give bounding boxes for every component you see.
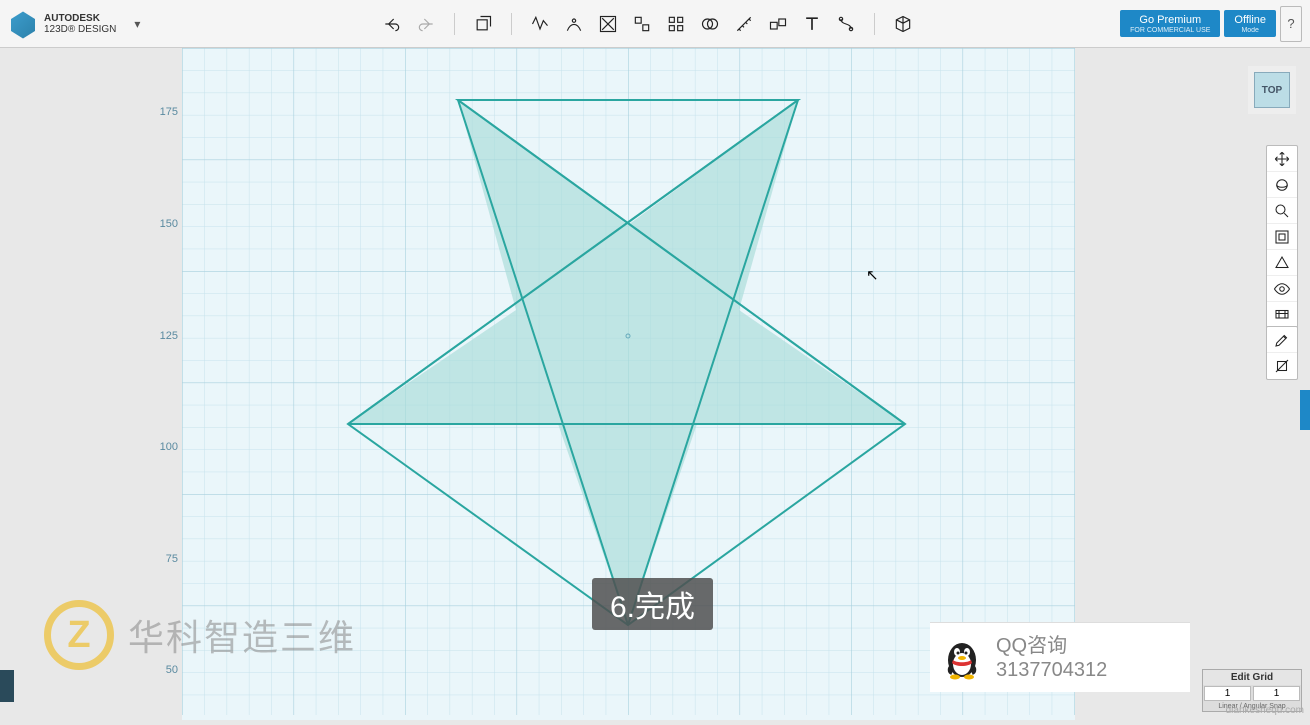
grid-value-1[interactable]: 1 [1204, 686, 1251, 701]
modify-button[interactable] [596, 12, 620, 36]
qq-contact-panel: QQ咨询 3137704312 [930, 622, 1190, 692]
toolbar-separator [874, 13, 875, 35]
qq-text: QQ咨询 3137704312 [996, 634, 1107, 682]
qq-title: QQ咨询 [996, 634, 1107, 658]
ruler-tick: 75 [148, 553, 178, 565]
navigation-tools [1266, 145, 1298, 329]
offline-mode-button[interactable]: Offline Mode [1224, 10, 1276, 38]
construct-button[interactable] [562, 12, 586, 36]
offline-sub: Mode [1234, 27, 1266, 35]
primitives-button[interactable] [471, 12, 495, 36]
tutorial-caption: 6.完成 [592, 578, 713, 630]
edit-sketch-button[interactable] [1267, 327, 1297, 353]
pattern-button[interactable] [630, 12, 654, 36]
text-button[interactable] [800, 12, 824, 36]
qq-penguin-icon [942, 636, 982, 680]
ruler-tick: 125 [148, 330, 178, 342]
snap-button[interactable] [766, 12, 790, 36]
fit-button[interactable] [1267, 224, 1297, 250]
pan-button[interactable] [1267, 146, 1297, 172]
premium-sub: FOR COMMERCIAL USE [1130, 27, 1210, 35]
help-button[interactable]: ? [1280, 6, 1302, 42]
zoom-button[interactable] [1267, 198, 1297, 224]
material-button[interactable] [891, 12, 915, 36]
grouping-button[interactable] [664, 12, 688, 36]
app-logo: AUTODESK 123D® DESIGN [8, 9, 116, 39]
main-menu-dropdown[interactable]: ▾ [134, 17, 140, 31]
logo-icon [8, 9, 38, 39]
orbit-button[interactable] [1267, 172, 1297, 198]
redo-button[interactable] [414, 12, 438, 36]
top-toolbar: AUTODESK 123D® DESIGN ▾ Go Premium FOR C… [0, 0, 1310, 48]
grid-value-2[interactable]: 1 [1253, 686, 1300, 701]
edit-grid-title: Edit Grid [1203, 670, 1301, 685]
toolbar-separator [511, 13, 512, 35]
go-premium-button[interactable]: Go Premium FOR COMMERCIAL USE [1120, 10, 1220, 38]
watermark: Z 华科智造三维 [44, 600, 356, 670]
side-panel-toggle[interactable] [1300, 390, 1310, 430]
view-cube[interactable]: TOP [1254, 72, 1290, 108]
toggle-sketch-button[interactable] [1267, 353, 1297, 379]
premium-label: Go Premium [1139, 14, 1201, 26]
qq-number: 3137704312 [996, 658, 1107, 682]
edit-tools [1266, 326, 1298, 380]
ruler-tick: 150 [148, 218, 178, 230]
url-watermark: diankeshequ.com [1226, 705, 1304, 716]
sketch-button[interactable] [528, 12, 552, 36]
display-button[interactable] [1267, 302, 1297, 328]
watermark-icon: Z [44, 600, 114, 670]
measure-button[interactable] [732, 12, 756, 36]
main-toolbar [380, 12, 915, 36]
logo-text: AUTODESK 123D® DESIGN [44, 13, 116, 35]
undo-button[interactable] [380, 12, 404, 36]
offline-label: Offline [1234, 14, 1266, 26]
visibility-button[interactable] [1267, 276, 1297, 302]
watermark-text: 华科智造三维 [128, 609, 356, 661]
perspective-button[interactable] [1267, 250, 1297, 276]
convert-button[interactable] [834, 12, 858, 36]
ruler-tick: 175 [148, 106, 178, 118]
product-label: 123D® DESIGN [44, 24, 116, 35]
ruler-tick: 100 [148, 441, 178, 453]
combine-button[interactable] [698, 12, 722, 36]
left-panel-toggle[interactable] [0, 670, 14, 702]
toolbar-separator [454, 13, 455, 35]
header-right: Go Premium FOR COMMERCIAL USE Offline Mo… [1120, 6, 1302, 42]
brand-label: AUTODESK [44, 13, 100, 24]
